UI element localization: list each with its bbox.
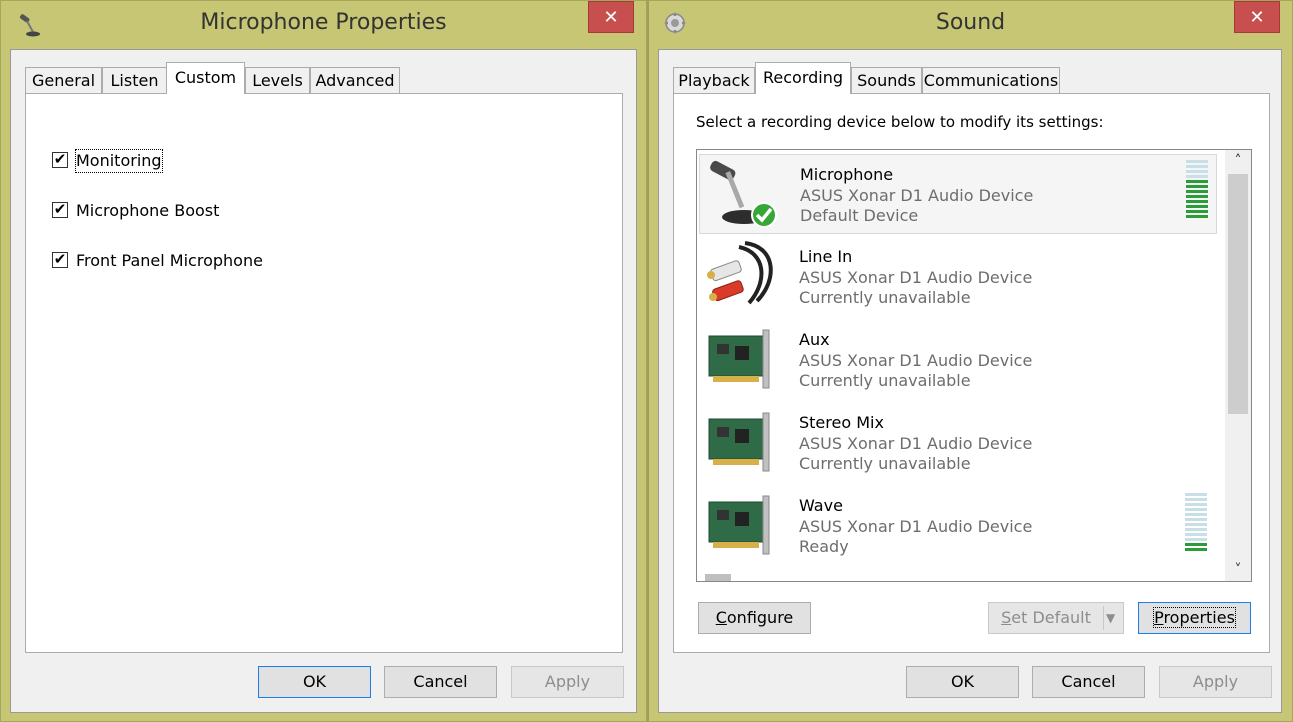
sound-window: Sound ✕ Playback Recording Sounds Commun… [647, 0, 1293, 722]
device-status: Currently unavailable [799, 288, 971, 307]
monitoring-checkbox[interactable]: ✔ [52, 152, 68, 168]
tab-listen[interactable]: Listen [102, 67, 167, 94]
device-status: Currently unavailable [799, 371, 971, 390]
close-button[interactable]: ✕ [1234, 1, 1280, 33]
device-name: Line In [799, 247, 853, 266]
tab-custom[interactable]: Custom [166, 62, 245, 94]
monitoring-label[interactable]: Monitoring [75, 149, 163, 173]
recording-device-list[interactable]: Microphone ASUS Xonar D1 Audio Device De… [696, 149, 1252, 582]
device-status: Ready [799, 537, 849, 556]
set-default-split-button[interactable]: Set Default ▼ [988, 602, 1124, 634]
tab-advanced[interactable]: Advanced [310, 67, 400, 94]
tab-sounds[interactable]: Sounds [851, 67, 922, 94]
custom-tab-page: ✔ Monitoring ✔ Microphone Boost ✔ Front … [25, 93, 623, 653]
front-panel-microphone-label[interactable]: Front Panel Microphone [76, 250, 263, 272]
close-button[interactable]: ✕ [588, 1, 634, 33]
device-name: Wave [799, 496, 843, 515]
sound-card-icon [708, 329, 770, 389]
scrollbar[interactable]: ˄ ˅ [1225, 150, 1251, 581]
window-title: Microphone Properties [200, 10, 447, 35]
front-panel-microphone-checkbox[interactable]: ✔ [52, 252, 68, 268]
tab-levels[interactable]: Levels [245, 67, 310, 94]
level-meter [1186, 160, 1208, 220]
title-bar[interactable]: Sound ✕ [649, 1, 1292, 49]
sound-card-icon [708, 495, 770, 555]
device-status: Default Device [800, 206, 919, 225]
tab-communications[interactable]: Communications [922, 67, 1060, 94]
list-item-aux[interactable]: Aux ASUS Xonar D1 Audio Device Currently… [699, 320, 1217, 400]
device-description: ASUS Xonar D1 Audio Device [799, 434, 1033, 453]
sound-card-icon [705, 574, 731, 581]
device-description: ASUS Xonar D1 Audio Device [800, 186, 1034, 205]
cancel-button[interactable]: Cancel [384, 666, 497, 698]
list-item-microphone[interactable]: Microphone ASUS Xonar D1 Audio Device De… [699, 154, 1217, 234]
rca-cable-icon [707, 241, 773, 305]
scroll-up-arrow[interactable]: ˄ [1225, 150, 1251, 172]
window-title: Sound [935, 10, 1006, 35]
list-item-line-in[interactable]: Line In ASUS Xonar D1 Audio Device Curre… [699, 237, 1217, 317]
ok-button[interactable]: OK [906, 666, 1019, 698]
chevron-down-icon[interactable]: ▼ [1106, 603, 1115, 633]
device-name: Aux [799, 330, 830, 349]
dialog-client-area: Playback Recording Sounds Communications… [658, 49, 1282, 713]
sound-card-icon [708, 412, 770, 472]
device-name: Microphone [800, 165, 894, 184]
microphone-properties-window: Microphone Properties ✕ General Listen C… [0, 0, 647, 722]
ok-button[interactable]: OK [258, 666, 371, 698]
device-description: ASUS Xonar D1 Audio Device [799, 268, 1033, 287]
apply-button[interactable]: Apply [511, 666, 624, 698]
apply-button[interactable]: Apply [1159, 666, 1272, 698]
level-meter [1185, 493, 1207, 553]
scroll-down-arrow[interactable]: ˅ [1225, 559, 1251, 581]
list-item-wave[interactable]: Wave ASUS Xonar D1 Audio Device Ready [699, 486, 1217, 566]
title-bar[interactable]: Microphone Properties ✕ [1, 1, 646, 49]
device-status: Currently unavailable [799, 454, 971, 473]
recording-tab-page: Select a recording device below to modif… [673, 93, 1270, 653]
microphone-boost-label[interactable]: Microphone Boost [76, 200, 219, 222]
list-item-stereo-mix[interactable]: Stereo Mix ASUS Xonar D1 Audio Device Cu… [699, 403, 1217, 483]
tab-recording[interactable]: Recording [755, 62, 851, 94]
tab-playback[interactable]: Playback [673, 67, 755, 94]
configure-button[interactable]: Configure [698, 602, 811, 634]
dialog-client-area: General Listen Custom Levels Advanced ✔ … [10, 49, 637, 713]
instruction-text: Select a recording device below to modif… [696, 113, 1104, 131]
cancel-button[interactable]: Cancel [1032, 666, 1145, 698]
device-description: ASUS Xonar D1 Audio Device [799, 351, 1033, 370]
scroll-thumb[interactable] [1228, 174, 1248, 414]
tab-general[interactable]: General [25, 67, 102, 94]
properties-button[interactable]: Properties [1138, 602, 1251, 634]
microphone-boost-checkbox[interactable]: ✔ [52, 202, 68, 218]
set-default-label[interactable]: Set Default [989, 603, 1103, 633]
microphone-icon [710, 160, 777, 228]
device-description: ASUS Xonar D1 Audio Device [799, 517, 1033, 536]
device-name: Stereo Mix [799, 413, 884, 432]
